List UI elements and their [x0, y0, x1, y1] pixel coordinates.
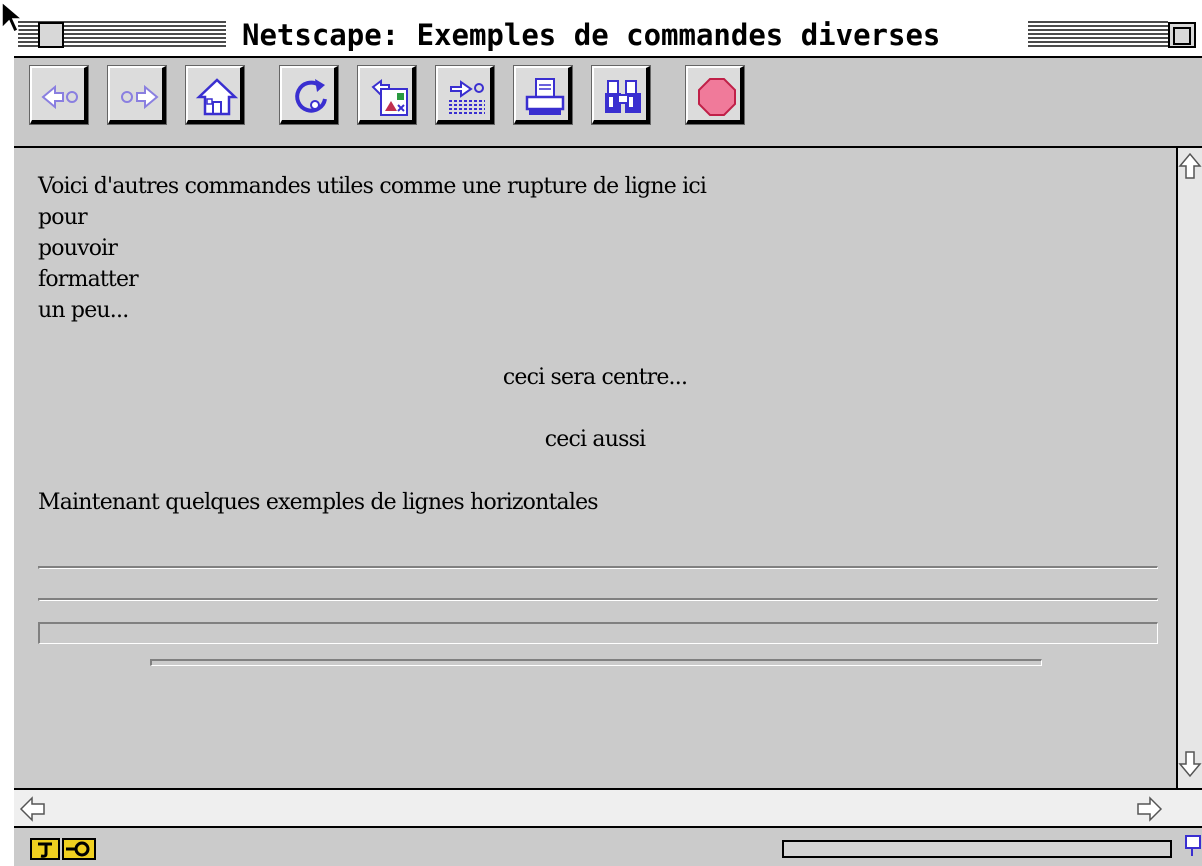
status-bar [14, 828, 1202, 866]
scroll-up-arrow-icon[interactable] [1178, 150, 1202, 182]
back-icon [41, 84, 78, 110]
forward-icon [121, 84, 159, 110]
reload-button[interactable] [279, 65, 339, 125]
find-icon [605, 80, 641, 113]
vertical-scrollbar[interactable] [1178, 148, 1202, 788]
zoom-box[interactable] [1168, 22, 1196, 48]
find-button[interactable] [591, 65, 651, 125]
centered-text-2: ceci aussi [544, 427, 646, 452]
content-line-5: un peu... [38, 298, 129, 323]
open-icon [449, 80, 485, 114]
toolbar [14, 58, 1202, 148]
window-title: Netscape: Exemples de commandes diverses [230, 19, 953, 51]
security-key-icon [62, 838, 96, 860]
horizontal-scrollbar[interactable] [14, 788, 1202, 828]
mouse-pointer-icon [1, 0, 24, 34]
java-icon [30, 838, 60, 860]
horizontal-rule-1 [38, 566, 1158, 569]
print-button[interactable] [513, 65, 573, 125]
scroll-left-arrow-icon[interactable] [18, 794, 48, 824]
horizontal-rule-4 [150, 659, 1042, 666]
content-line-3: pouvoir [38, 236, 118, 261]
title-stripes-right [1028, 21, 1168, 49]
progress-bar [782, 840, 1172, 858]
horizontal-rule-2 [38, 598, 1158, 601]
print-icon [525, 78, 565, 115]
close-box[interactable] [38, 22, 64, 48]
centered-text-1: ceci sera centre... [502, 365, 688, 390]
title-bar[interactable]: Netscape: Exemples de commandes diverses [14, 14, 1202, 58]
horizontal-rules-heading: Maintenant quelques exemples de lignes h… [38, 490, 599, 515]
forward-button[interactable] [107, 65, 167, 125]
stop-icon [698, 78, 736, 116]
content-line-4: formatter [38, 267, 139, 292]
images-button[interactable] [357, 65, 417, 125]
back-button[interactable] [29, 65, 89, 125]
images-icon [371, 79, 408, 116]
open-button[interactable] [435, 65, 495, 125]
page-content: Voici d'autres commandes utiles comme un… [14, 148, 1178, 788]
mail-icon[interactable] [1184, 834, 1202, 858]
stop-button[interactable] [685, 65, 745, 125]
scroll-down-arrow-icon[interactable] [1178, 748, 1202, 780]
horizontal-rule-3 [38, 622, 1158, 644]
content-line-2: pour [38, 205, 88, 230]
content-line-1: Voici d'autres commandes utiles comme un… [38, 174, 707, 199]
reload-icon [295, 79, 327, 113]
home-icon [195, 78, 239, 116]
scroll-right-arrow-icon[interactable] [1134, 794, 1164, 824]
home-button[interactable] [185, 65, 245, 125]
